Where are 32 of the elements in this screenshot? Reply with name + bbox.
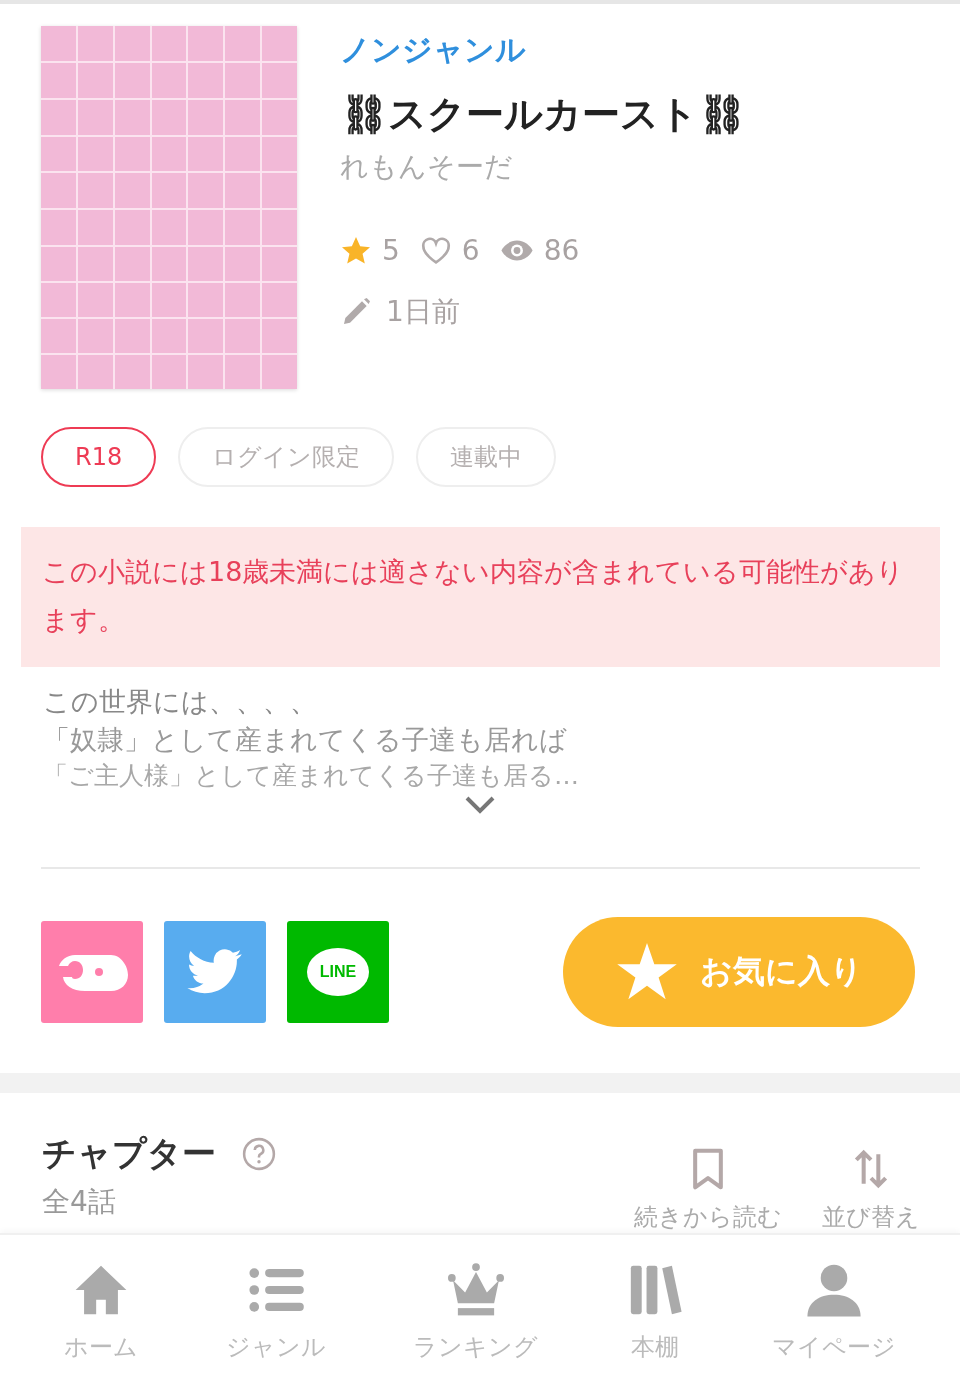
bird-icon	[187, 949, 243, 995]
chevron-down-icon	[464, 795, 496, 815]
star-icon	[615, 943, 678, 1001]
bird-share-button[interactable]	[164, 921, 266, 1023]
star-count: 5	[382, 234, 400, 267]
sort-button[interactable]: 並び替え	[822, 1147, 920, 1233]
line-share-button[interactable]: LINE	[287, 921, 389, 1023]
favorite-button[interactable]: お気に入り	[563, 917, 915, 1027]
description-line: この世界には、、、、	[43, 685, 318, 719]
updated-time: 1日前	[386, 294, 460, 330]
warning-banner: この小説には18歳未満には適さない内容が含まれている可能性があります。	[21, 527, 940, 667]
description-line: 「奴隷」として産まれてくる子達も居れば	[43, 723, 568, 757]
continue-reading-button[interactable]: 続きから読む	[634, 1147, 782, 1233]
eye-icon	[499, 239, 534, 262]
novel-title: ⛓スクールカースト⛓	[340, 91, 746, 138]
tag: 連載中	[416, 427, 557, 487]
nav-tab[interactable]: マイページ	[772, 1261, 897, 1363]
nav-tab[interactable]: ランキング	[413, 1261, 539, 1363]
nav-tab[interactable]: 本棚	[626, 1261, 685, 1363]
genre-link[interactable]: ノンジャンル	[340, 30, 526, 71]
eye-count: 86	[543, 234, 580, 267]
nav-tab[interactable]: ホーム	[63, 1261, 138, 1363]
help-icon	[242, 1137, 276, 1171]
heart-count: 6	[461, 234, 480, 267]
author-name[interactable]: れもんそーだ	[340, 148, 513, 186]
description-line: 「ご主人様」として産まれてくる子達も居る…	[43, 760, 580, 792]
line-logo-text: LINE	[319, 963, 357, 981]
chapter-count: 全4話	[42, 1184, 117, 1220]
tag: R18	[41, 427, 157, 487]
section-title: チャプター	[42, 1132, 216, 1175]
tag: ログイン限定	[178, 427, 395, 487]
nav-tab[interactable]: ジャンル	[225, 1261, 326, 1363]
